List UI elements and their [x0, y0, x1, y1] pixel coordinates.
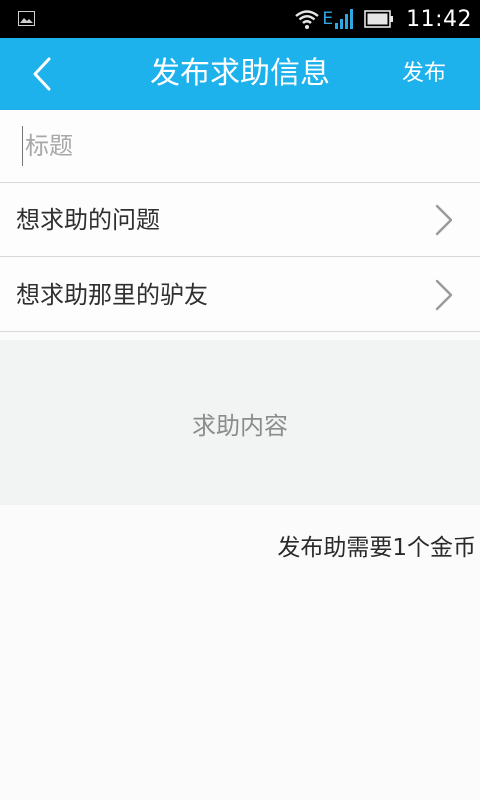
clock: 11:42 [406, 6, 472, 32]
content-area [0, 340, 480, 505]
title-bar: 发布求助信息 发布 [0, 38, 480, 110]
chevron-right-icon [435, 204, 453, 236]
battery-icon [364, 10, 394, 28]
target-selector[interactable]: 想求助那里的驴友 [0, 258, 480, 332]
wifi-icon [295, 10, 320, 29]
title-row [0, 110, 480, 183]
image-notification-icon [18, 11, 35, 26]
content-input[interactable] [0, 340, 480, 505]
network-type: E [322, 9, 334, 29]
signal-strength-icon [335, 9, 354, 29]
back-button[interactable] [20, 54, 64, 94]
question-label: 想求助的问题 [16, 206, 160, 234]
chevron-right-icon [435, 279, 453, 311]
title-input[interactable] [22, 126, 452, 166]
chevron-left-icon [33, 57, 51, 91]
target-label: 想求助那里的驴友 [16, 281, 208, 309]
status-icons: E 11:42 [294, 0, 472, 38]
question-selector[interactable]: 想求助的问题 [0, 183, 480, 257]
status-bar: E 11:42 [0, 0, 480, 38]
screen: E 11:42 发布求助信息 发布 标题 想求助的问题 想求助那里的驴友 求助内… [0, 0, 480, 800]
coin-cost-note: 发布助需要1个金币 [277, 535, 476, 561]
publish-button[interactable]: 发布 [402, 38, 446, 110]
